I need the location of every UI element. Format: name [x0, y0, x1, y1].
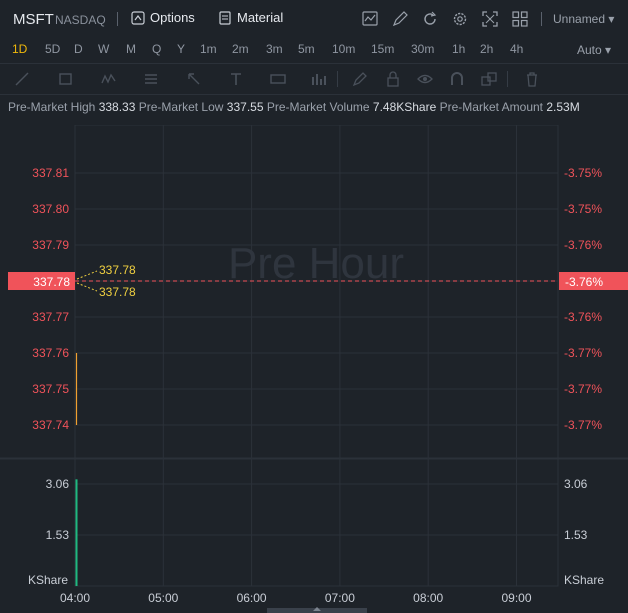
chart-pattern-icon[interactable]: [311, 71, 327, 87]
change-tick-label: -3.76%: [564, 310, 602, 324]
period-y[interactable]: Y: [177, 42, 185, 56]
rectangle-tool-icon[interactable]: [58, 71, 74, 87]
material-button[interactable]: Material: [218, 10, 283, 25]
time-tick-label: 06:00: [237, 591, 267, 605]
volume-value: 7.48KShare: [372, 100, 437, 114]
volume-bar: [75, 479, 78, 586]
change-tick-label: -3.77%: [564, 346, 602, 360]
change-tick-label: -3.75%: [564, 166, 602, 180]
price-tick-label: 337.76: [32, 346, 69, 360]
options-label: Options: [150, 10, 195, 25]
change-tick-label: -3.77%: [564, 418, 602, 432]
volume-tick-label-right: 1.53: [564, 528, 588, 542]
volume-unit-left: KShare: [28, 573, 68, 587]
current-change-value: -3.76%: [565, 275, 603, 289]
volume-tick-label-left: 3.06: [46, 477, 70, 491]
plot-frame: [74, 125, 559, 587]
period-d[interactable]: D: [74, 42, 83, 56]
volume-tick-label-left: 1.53: [46, 528, 70, 542]
period-q[interactable]: Q: [152, 42, 161, 56]
amount-label: Pre-Market Amount: [439, 100, 543, 114]
layout-grid-icon[interactable]: [511, 10, 529, 28]
divider: [541, 12, 542, 26]
fullscreen-icon[interactable]: [481, 10, 499, 28]
amount-value: 2.53M: [546, 100, 580, 114]
refresh-icon[interactable]: [421, 10, 439, 28]
period-1d[interactable]: 1D: [12, 42, 27, 56]
price-tick-label: 337.75: [32, 382, 69, 396]
high-value: 338.33: [98, 100, 136, 114]
current-price-value: 337.78: [33, 275, 70, 289]
price-chart[interactable]: 337.81 -3.75% 337.80 -3.75% 337.79 -3.76% 337.…: [0, 125, 628, 613]
high-marker-line: [76, 270, 98, 280]
time-tick-label: 04:00: [60, 591, 90, 605]
link-icon[interactable]: [481, 71, 497, 87]
fibonacci-tool-icon[interactable]: [143, 71, 159, 87]
volume-tick-label-right: 3.06: [564, 477, 588, 491]
period-15m[interactable]: 15m: [371, 42, 394, 56]
period-30m[interactable]: 30m: [411, 42, 434, 56]
price-tick-label: 337.77: [32, 310, 69, 324]
text-tool-icon[interactable]: [228, 71, 244, 87]
layout-name-dropdown[interactable]: Unnamed ▾: [553, 12, 614, 26]
low-value: 337.55: [226, 100, 264, 114]
arrow-tool-icon[interactable]: [186, 71, 202, 87]
exchange-label: NASDAQ: [55, 13, 106, 27]
divider: [507, 71, 508, 87]
divider: [337, 71, 338, 87]
scale-mode-dropdown[interactable]: Auto ▾: [577, 43, 611, 57]
change-tick-label: -3.76%: [564, 238, 602, 252]
trendline-tool-icon[interactable]: [14, 71, 30, 87]
draw-pen-icon[interactable]: [391, 10, 409, 28]
pencil-icon[interactable]: [352, 71, 368, 87]
measure-tool-icon[interactable]: [270, 71, 286, 87]
period-5d[interactable]: 5D: [45, 42, 60, 56]
document-icon: [219, 10, 231, 25]
period-3m[interactable]: 3m: [266, 42, 283, 56]
time-tick-label: 09:00: [501, 591, 531, 605]
options-button[interactable]: Options: [131, 10, 195, 25]
low-marker-label: 337.78: [99, 285, 136, 299]
pre-market-stats: Pre-Market High 338.33 Pre-Market Low 33…: [8, 100, 580, 114]
eye-icon[interactable]: [417, 71, 433, 87]
price-tick-label: 337.80: [32, 202, 69, 216]
divider: [117, 12, 118, 26]
time-tick-label: 08:00: [413, 591, 443, 605]
price-tick-label: 337.81: [32, 166, 69, 180]
options-icon: [131, 10, 145, 25]
material-label: Material: [237, 10, 284, 25]
drawing-toolbar: [0, 63, 628, 95]
settings-gear-icon[interactable]: [451, 10, 469, 28]
high-label: Pre-Market High: [8, 100, 96, 114]
price-tick-label: 337.79: [32, 238, 69, 252]
magnet-icon[interactable]: [449, 71, 465, 87]
period-4h[interactable]: 4h: [510, 42, 523, 56]
volume-unit-right: KShare: [564, 573, 604, 587]
period-selector: 1D 5D D W M Q Y 1m 2m 3m 5m 10m 15m 30m 1h 2h 4h Auto ▾: [0, 38, 628, 62]
time-tick-label: 05:00: [148, 591, 178, 605]
period-m[interactable]: M: [126, 42, 136, 56]
change-tick-label: -3.77%: [564, 382, 602, 396]
period-5m[interactable]: 5m: [298, 42, 315, 56]
trash-icon[interactable]: [524, 71, 540, 87]
price-tick-label: 337.74: [32, 418, 69, 432]
indicator-icon[interactable]: [361, 10, 379, 28]
top-toolbar: MSFT NASDAQ Options Material Unnamed ▾: [0, 0, 628, 38]
low-marker-line: [76, 282, 98, 292]
low-label: Pre-Market Low: [138, 100, 224, 114]
time-tick-label: 07:00: [325, 591, 355, 605]
period-10m[interactable]: 10m: [332, 42, 355, 56]
period-1m[interactable]: 1m: [200, 42, 217, 56]
period-1h[interactable]: 1h: [452, 42, 465, 56]
wave-tool-icon[interactable]: [101, 71, 117, 87]
lock-icon[interactable]: [385, 71, 401, 87]
change-tick-label: -3.75%: [564, 202, 602, 216]
high-marker-label: 337.78: [99, 263, 136, 277]
period-2m[interactable]: 2m: [232, 42, 249, 56]
period-2h[interactable]: 2h: [480, 42, 493, 56]
volume-label: Pre-Market Volume: [266, 100, 370, 114]
symbol-label[interactable]: MSFT: [13, 11, 54, 28]
period-w[interactable]: W: [98, 42, 109, 56]
